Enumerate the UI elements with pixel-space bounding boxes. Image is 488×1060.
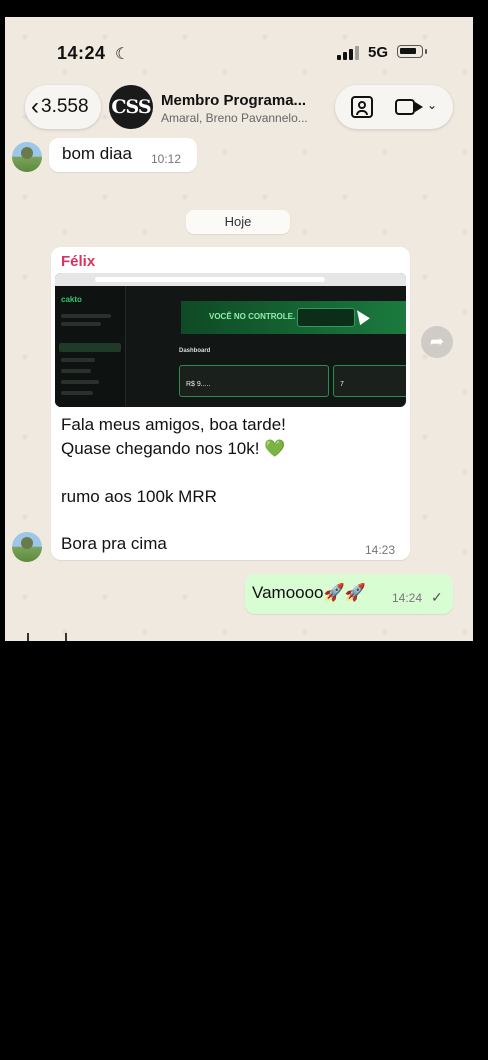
status-time: 14:24: [57, 43, 106, 63]
banner-text: VOCÊ NO CONTROLE.: [209, 312, 296, 321]
message-line: Quase chegando nos 10k! 💚: [61, 439, 286, 458]
browser-bar: [55, 273, 406, 286]
dashboard-title: Dashboard: [179, 348, 211, 354]
avatar[interactable]: [12, 142, 42, 172]
signal-icon: [337, 46, 359, 60]
input-bar: [5, 631, 473, 641]
status-bar: 14:24 ☾ 5G: [5, 17, 473, 87]
stat-value: R$ 9.....: [186, 381, 211, 388]
chat-header: ‹ 3.558 CSS Membro Programa... Amaral, B…: [5, 83, 473, 135]
battery-icon: [397, 45, 427, 58]
message-line: rumo aos 100k MRR: [61, 487, 217, 506]
outgoing-message[interactable]: Vamoooo🚀🚀 14:24 ✓: [245, 574, 453, 614]
group-title[interactable]: Membro Programa...: [161, 92, 306, 109]
chat-screen: 14:24 ☾ 5G ‹ 3.558 CSS Membro Programa..…: [5, 17, 473, 641]
group-avatar[interactable]: CSS: [109, 85, 153, 129]
unread-count: 3.558: [41, 96, 89, 117]
message-line: Fala meus amigos, boa tarde!: [61, 415, 286, 434]
message-text: Vamoooo🚀🚀: [252, 583, 366, 602]
message-time: 14:23: [365, 543, 396, 557]
message-text: bom diaa: [62, 144, 132, 163]
image-attachment[interactable]: cakto VOCÊ NO CONTROLE. Dashboard R$ 9..…: [55, 273, 406, 407]
banner: VOCÊ NO CONTROLE.: [181, 301, 406, 334]
call-actions: ⌄: [335, 85, 453, 129]
message-time: 14:24: [392, 591, 423, 605]
sender-name[interactable]: Félix: [61, 253, 95, 270]
back-button[interactable]: ‹ 3.558: [25, 85, 101, 129]
stat-card: R$ 9.....: [179, 365, 329, 397]
message-time: 10:12: [151, 152, 182, 166]
group-members[interactable]: Amaral, Breno Pavannelo...: [161, 111, 308, 125]
stat-value: 7: [340, 381, 344, 388]
logo: cakto: [61, 295, 82, 304]
check-icon: ✓: [431, 589, 443, 605]
stat-card: 7: [333, 365, 406, 397]
chevron-down-icon[interactable]: ⌄: [427, 98, 437, 112]
forward-icon[interactable]: ➦: [421, 326, 453, 358]
message-line: Bora pra cima: [61, 534, 167, 553]
message-bubble[interactable]: bom diaa 10:12: [49, 138, 197, 172]
sidebar: cakto: [55, 286, 126, 407]
day-separator: Hoje: [186, 210, 290, 234]
network-label: 5G: [368, 44, 389, 61]
contact-card-icon[interactable]: [351, 96, 373, 118]
chevron-left-icon: ‹: [31, 93, 39, 120]
avatar[interactable]: [12, 532, 42, 562]
moon-icon: ☾: [115, 46, 130, 63]
video-call-icon[interactable]: [395, 99, 415, 115]
